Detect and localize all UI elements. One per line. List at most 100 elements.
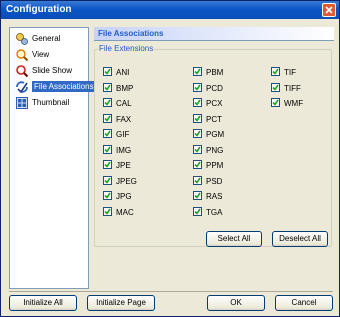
page-title: File Associations — [94, 27, 334, 41]
deselect-all-label: Deselect All — [279, 234, 321, 243]
ok-label: OK — [230, 298, 242, 307]
checkbox[interactable] — [193, 129, 202, 138]
sidebar-item-slide-show[interactable]: Slide Show — [14, 64, 75, 78]
checkbox[interactable] — [193, 175, 202, 185]
extension-label: TIF — [284, 68, 296, 77]
extension-label: PCD — [206, 83, 223, 93]
ok-button[interactable]: OK — [207, 295, 265, 311]
checkmark-icon — [104, 146, 111, 153]
checkmark-icon — [272, 99, 279, 106]
checkbox[interactable] — [193, 98, 202, 107]
file-associations-icon — [16, 81, 28, 94]
sidebar-item-view[interactable]: View — [14, 48, 52, 62]
extension-label: PCX — [206, 99, 223, 108]
checkbox[interactable] — [103, 113, 112, 123]
sidebar-item-label: Thumbnail — [32, 98, 70, 107]
extension-label: PNG — [206, 145, 224, 155]
sidebar-item-thumbnail[interactable]: Thumbnail — [14, 96, 72, 110]
checkbox[interactable] — [103, 191, 112, 200]
checkbox[interactable] — [193, 113, 202, 123]
close-button[interactable] — [322, 3, 336, 17]
title-bar[interactable]: Configuration — [1, 1, 339, 19]
extension-label: RAS — [206, 192, 223, 201]
checkmark-icon — [104, 177, 111, 184]
select-all-button[interactable]: Select All — [206, 231, 262, 247]
select-all-label: Select All — [217, 234, 251, 243]
extension-label: ANI — [116, 68, 130, 77]
footer-divider — [9, 291, 333, 292]
checkmark-icon — [194, 192, 201, 199]
window-title: Configuration — [6, 4, 72, 15]
slideshow-icon — [16, 65, 29, 78]
sidebar-item-file-associations[interactable]: File Associations — [14, 80, 99, 94]
checkbox[interactable] — [193, 206, 202, 216]
checkmark-icon — [194, 68, 201, 75]
checkmark-icon — [104, 99, 111, 106]
extension-label: PGM — [206, 130, 225, 139]
checkbox[interactable] — [193, 144, 202, 154]
sidebar-item-label: File Associations — [32, 81, 96, 92]
settings-panel: File Associations File Extensions ANI BMP… — [94, 27, 334, 289]
extension-label: PBM — [206, 68, 224, 77]
checkbox[interactable] — [271, 98, 280, 107]
checkmark-icon — [194, 130, 201, 137]
checkmark-icon — [194, 177, 201, 184]
checkmark-icon — [104, 208, 111, 215]
checkbox[interactable] — [193, 82, 202, 92]
checkmark-icon — [104, 192, 111, 199]
checkbox[interactable] — [103, 129, 112, 138]
checkbox[interactable] — [193, 191, 202, 200]
checkbox[interactable] — [103, 175, 112, 185]
category-list: General View Slide Show File Association… — [9, 27, 96, 289]
configuration-dialog: Configuration General View Slide Show Fi… — [0, 0, 340, 317]
extension-label: BMP — [116, 83, 134, 93]
checkmark-icon — [104, 161, 111, 168]
cancel-button[interactable]: Cancel — [275, 295, 333, 311]
extension-label: JPE — [116, 161, 131, 170]
checkmark-icon — [194, 115, 201, 122]
checkbox[interactable] — [103, 98, 112, 107]
extension-label: JPEG — [116, 176, 137, 186]
initialize-page-button[interactable]: Initialize Page — [87, 295, 155, 311]
extension-label: TIFF — [284, 83, 301, 93]
close-icon — [325, 6, 333, 14]
extension-label: TGA — [206, 207, 223, 217]
checkmark-icon — [104, 84, 111, 91]
sidebar-item-general[interactable]: General — [14, 32, 63, 46]
extension-label: PCT — [206, 114, 222, 124]
extension-label: MAC — [116, 207, 134, 217]
checkmark-icon — [194, 208, 201, 215]
checkbox[interactable] — [271, 67, 280, 76]
checkmark-icon — [272, 68, 279, 75]
extension-label: JPG — [116, 192, 132, 201]
extension-label: PPM — [206, 161, 224, 170]
initialize-page-label: Initialize Page — [96, 298, 146, 307]
checkbox[interactable] — [103, 67, 112, 76]
deselect-all-button[interactable]: Deselect All — [272, 231, 328, 247]
checkbox[interactable] — [103, 160, 112, 169]
general-icon — [16, 33, 28, 45]
thumbnail-icon — [16, 97, 28, 109]
checkbox[interactable] — [103, 144, 112, 154]
file-extensions-group: File Extensions ANI BMP CAL FAX GIF IMG JPE JPE… — [94, 44, 332, 247]
checkbox[interactable] — [193, 67, 202, 76]
extension-label: WMF — [284, 99, 304, 108]
group-title: File Extensions — [98, 44, 155, 53]
checkmark-icon — [194, 161, 201, 168]
checkbox[interactable] — [193, 160, 202, 169]
initialize-all-button[interactable]: Initialize All — [9, 295, 77, 311]
checkmark-icon — [104, 68, 111, 75]
checkbox[interactable] — [271, 82, 280, 92]
view-icon — [16, 49, 29, 62]
checkmark-icon — [272, 84, 279, 91]
extension-label: FAX — [116, 114, 132, 124]
extension-label: CAL — [116, 99, 132, 108]
extension-label: PSD — [206, 176, 223, 186]
checkmark-icon — [104, 130, 111, 137]
extension-label: GIF — [116, 130, 130, 139]
sidebar-item-label: General — [32, 34, 61, 43]
checkbox[interactable] — [103, 82, 112, 92]
extension-label: IMG — [116, 145, 132, 155]
initialize-all-label: Initialize All — [23, 298, 63, 307]
checkbox[interactable] — [103, 206, 112, 216]
